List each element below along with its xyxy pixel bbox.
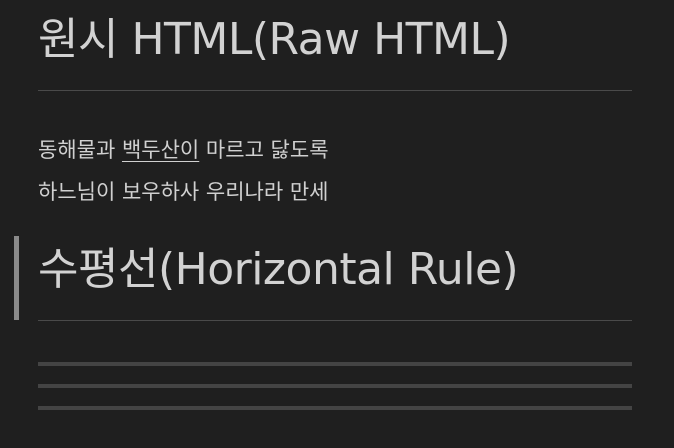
heading-underline — [38, 90, 632, 91]
paragraph-line-1: 동해물과 백두산이 마르고 닳도록 — [38, 136, 329, 164]
paragraph-line-2: 하느님이 보우하사 우리나라 만세 — [38, 180, 329, 204]
underlined-text: 백두산이 — [121, 138, 200, 162]
heading-underline — [38, 320, 632, 321]
heading-horizontal-rule: 수평선(Horizontal Rule) — [38, 244, 519, 295]
horizontal-rule — [38, 384, 632, 388]
active-line-indicator — [14, 236, 19, 320]
text-span: 동해물과 — [38, 138, 122, 162]
text-span: 마르고 닳도록 — [199, 138, 329, 162]
horizontal-rule — [38, 362, 632, 366]
horizontal-rule — [38, 406, 632, 410]
heading-raw-html: 원시 HTML(Raw HTML) — [38, 14, 511, 65]
